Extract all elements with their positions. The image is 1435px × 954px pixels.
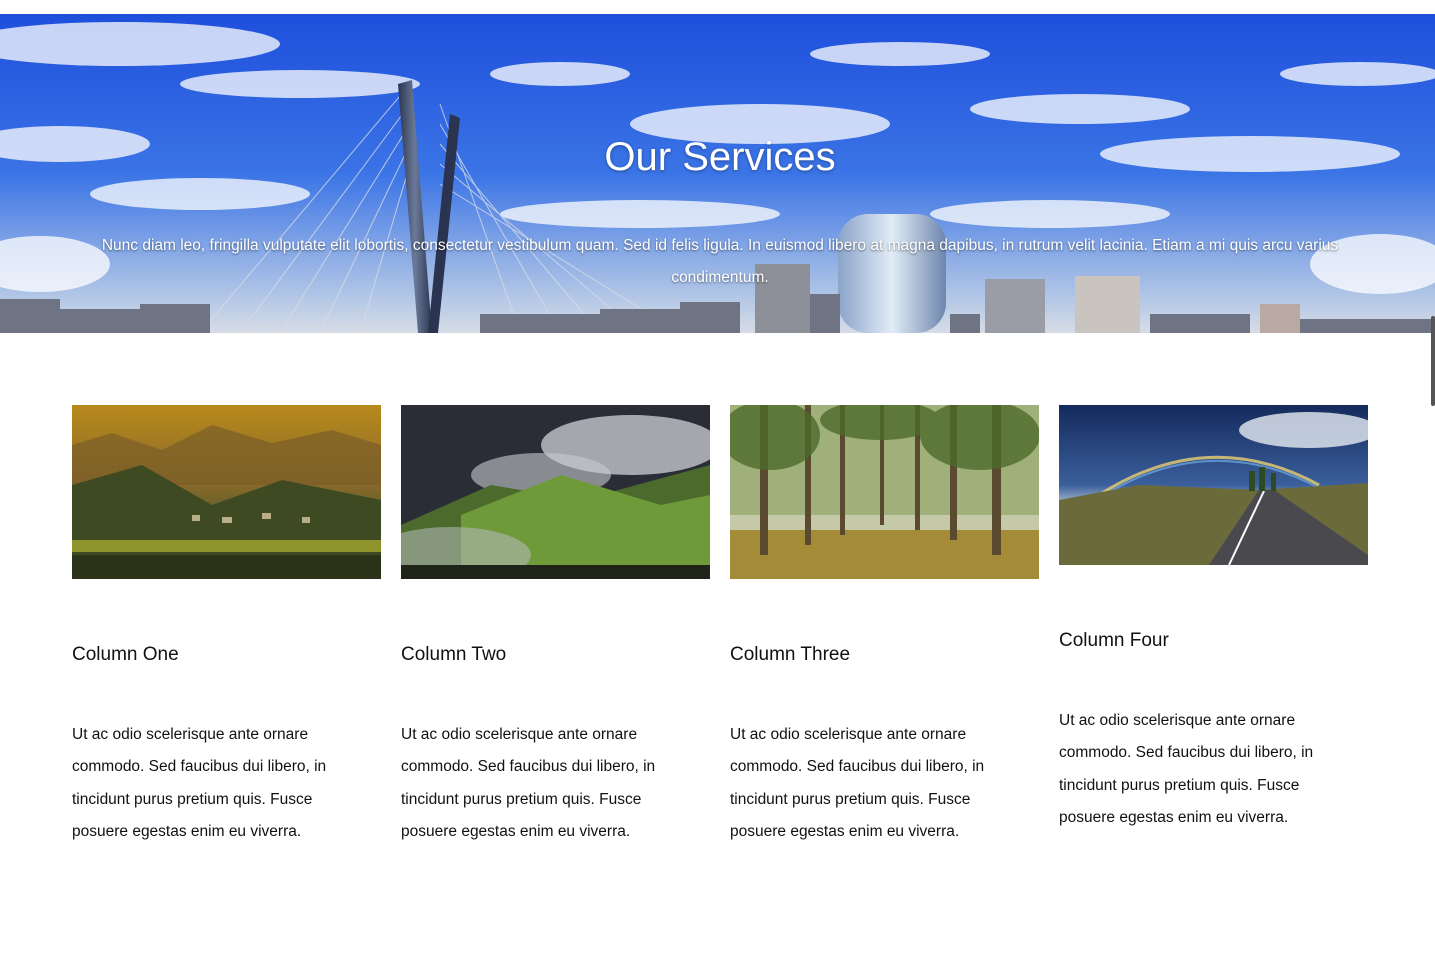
service-column-four: Column Four Ut ac odio scelerisque ante … (1059, 405, 1368, 855)
scrollbar-thumb[interactable] (1431, 316, 1435, 406)
column-three-title: Column Three (730, 644, 851, 665)
hero-subtitle: Nunc diam leo, fringilla vulputate elit … (101, 237, 1339, 286)
service-column-one: Column One Ut ac odio scelerisque ante o… (72, 405, 381, 855)
hero-banner: Our Services Nunc diam leo, fringilla vu… (0, 14, 1435, 333)
column-three-text: Ut ac odio scelerisque ante ornare commo… (730, 726, 985, 840)
column-two-title: Column Two (401, 644, 507, 665)
column-one-title: Column One (72, 644, 179, 665)
service-column-three: Column Three Ut ac odio scelerisque ante… (730, 405, 1039, 855)
column-four-image (1059, 405, 1368, 565)
column-one-image (72, 405, 381, 579)
column-three-image (730, 405, 1039, 579)
column-two-image (401, 405, 710, 579)
column-one-text: Ut ac odio scelerisque ante ornare commo… (72, 726, 327, 840)
column-two-text: Ut ac odio scelerisque ante ornare commo… (401, 726, 656, 840)
service-column-two: Column Two Ut ac odio scelerisque ante o… (401, 405, 710, 855)
column-four-title: Column Four (1059, 630, 1169, 651)
column-four-text: Ut ac odio scelerisque ante ornare commo… (1059, 712, 1314, 826)
hero-title: Our Services (604, 135, 836, 179)
